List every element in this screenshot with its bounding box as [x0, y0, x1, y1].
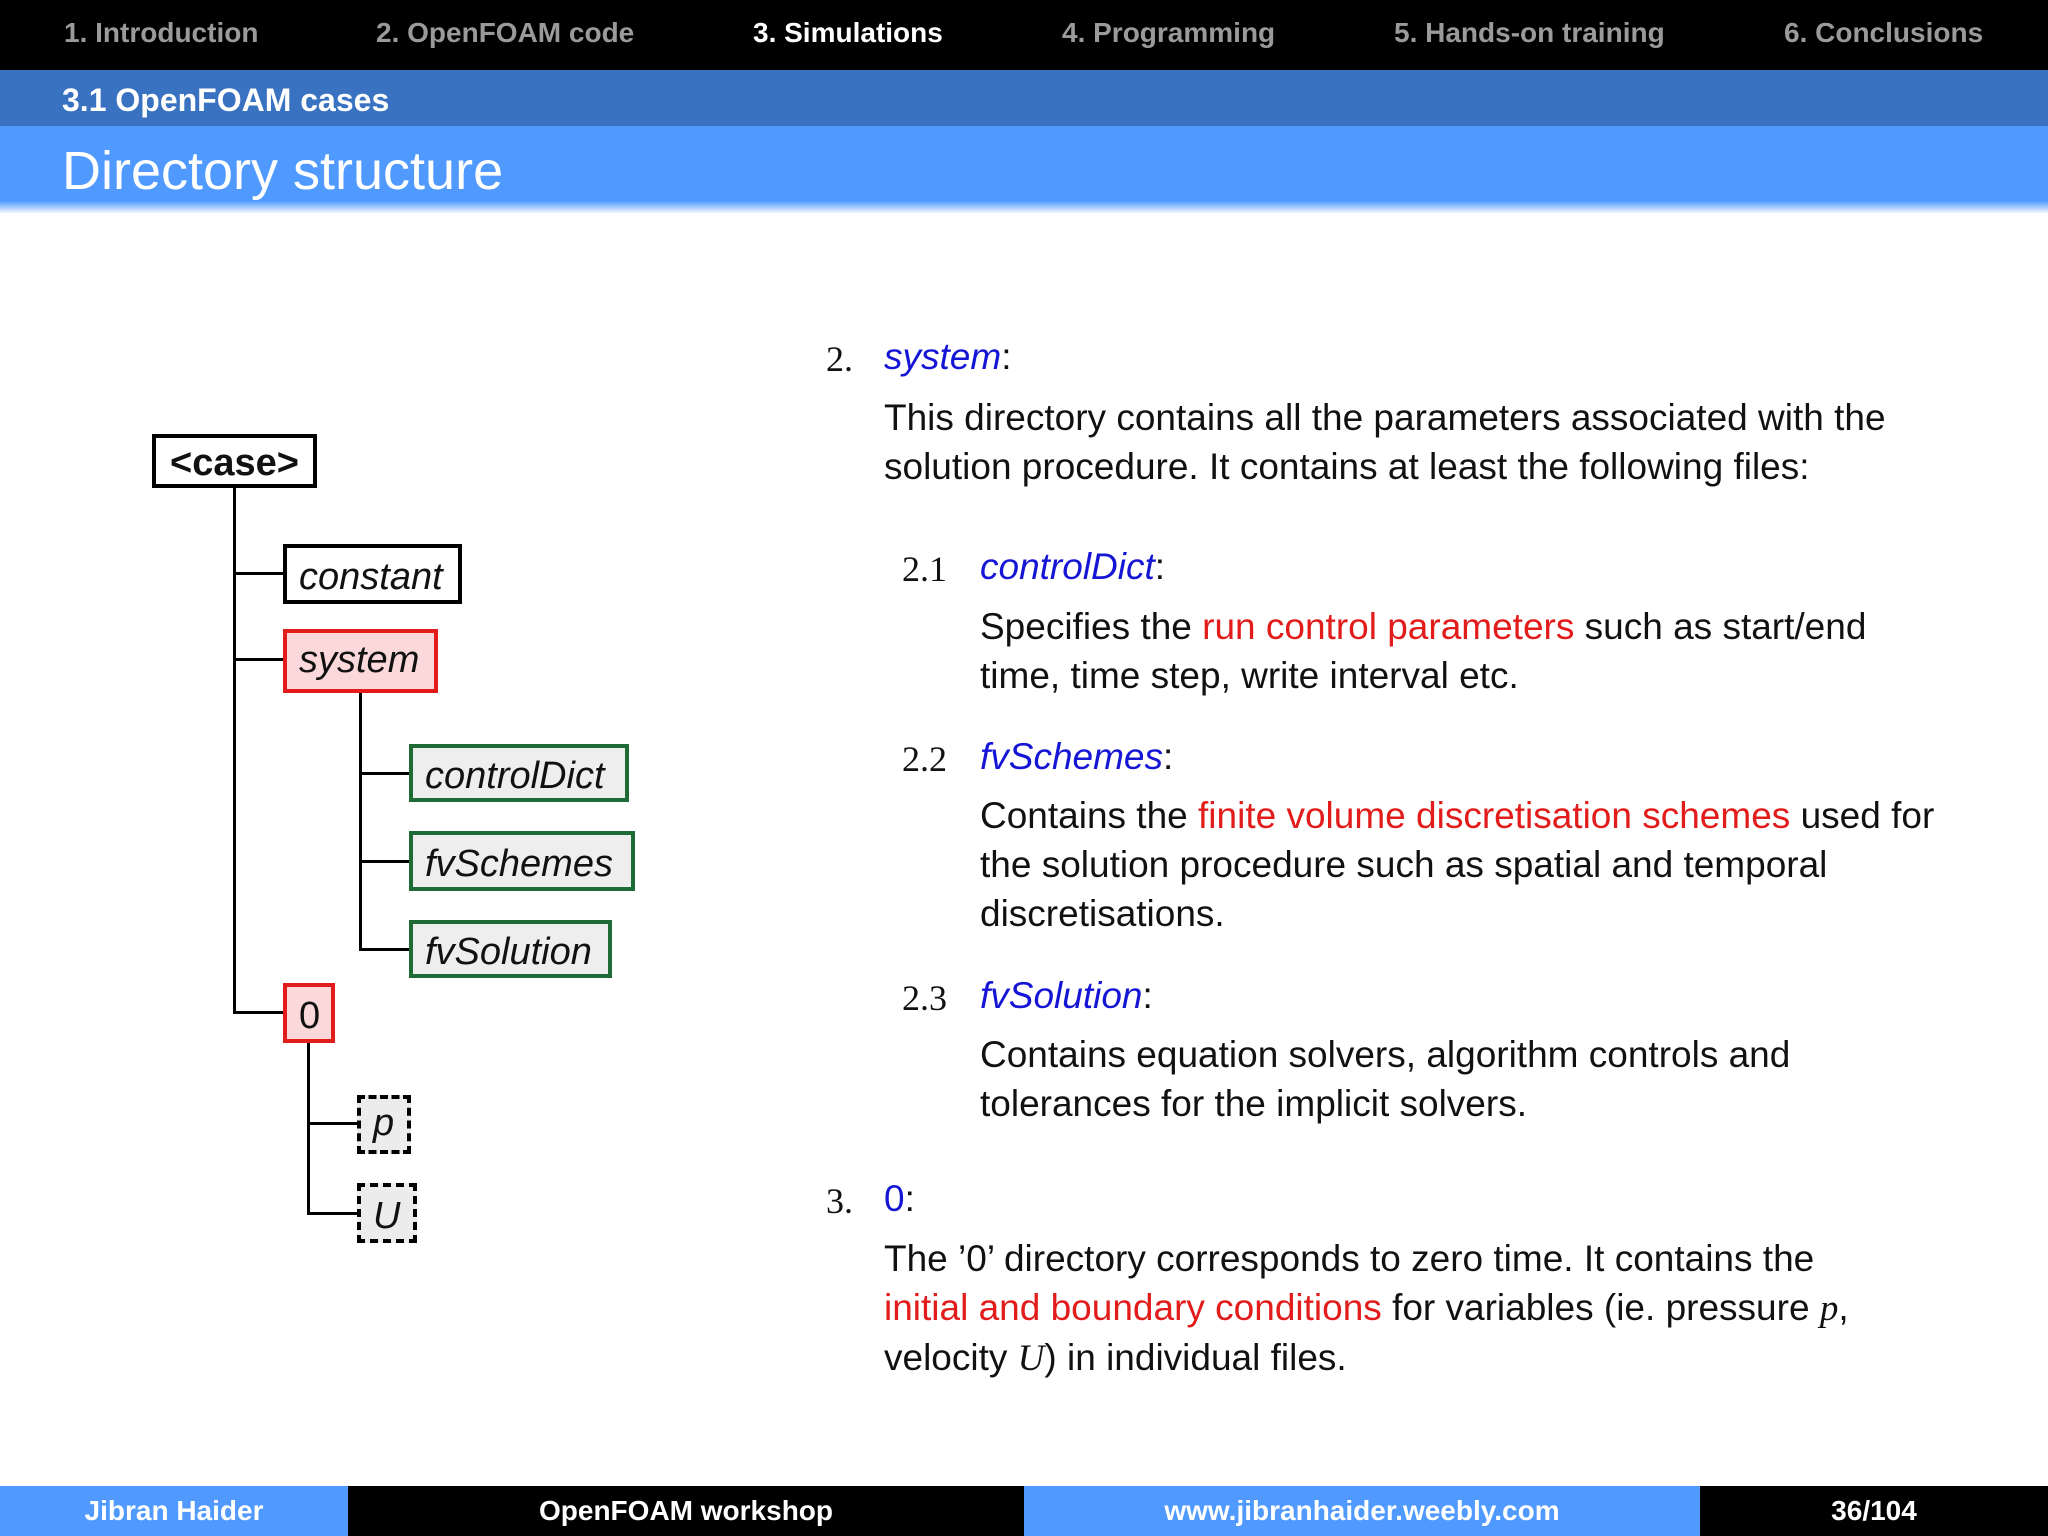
- tree-branch-system: [233, 658, 285, 661]
- nav-item-hands-on-training[interactable]: 5. Hands-on training: [1394, 17, 1665, 49]
- tree-branch-controldict: [359, 772, 411, 775]
- node-controldict: controlDict: [409, 744, 629, 802]
- subsection-title: 3.1 OpenFOAM cases: [62, 82, 390, 118]
- item-3-line1: The ’0’ directory corresponds to zero ti…: [884, 1238, 1815, 1279]
- sub-2-3-number: 2.3: [902, 978, 947, 1018]
- footer-author: Jibran Haider: [0, 1486, 348, 1536]
- title-bar: Directory structure: [0, 126, 2048, 214]
- footer-event: OpenFOAM workshop: [348, 1486, 1024, 1536]
- sub-2-1-pre: Specifies the: [980, 606, 1203, 647]
- sub-2-1-colon: :: [1154, 546, 1166, 587]
- node-fvsolution: fvSolution: [409, 920, 612, 978]
- sub-2-1-description: Specifies the run control parameters suc…: [980, 602, 1940, 700]
- sub-2-2-colon: :: [1163, 736, 1174, 777]
- item-3-highlight: initial and boundary conditions: [884, 1287, 1382, 1328]
- item-3-number: 3.: [826, 1181, 853, 1221]
- node-system: system: [283, 629, 438, 693]
- item-3-colon: :: [904, 1178, 915, 1219]
- sub-2-3-keyword: fvSolution: [980, 975, 1143, 1016]
- subsection-bar: 3.1 OpenFOAM cases: [0, 70, 2048, 126]
- item-3-comma: ,: [1838, 1287, 1849, 1328]
- page-title: Directory structure: [62, 141, 504, 201]
- tree-trunk-line: [233, 486, 236, 1014]
- tree-branch-constant: [233, 572, 285, 575]
- zero-trunk-line: [307, 1042, 310, 1215]
- tree-branch-zero: [233, 1011, 285, 1014]
- sub-2-3-colon: :: [1142, 975, 1153, 1016]
- sub-2-3-description: Contains equation solvers, algorithm con…: [980, 1034, 1791, 1124]
- sub-2-1-heading: controlDict:: [980, 546, 1165, 588]
- sub-2-1-highlight: run control parameters: [1202, 606, 1575, 647]
- item-2-colon: :: [1001, 336, 1012, 377]
- node-u: U: [357, 1183, 417, 1243]
- sub-2-1-keyword: controlDict: [980, 546, 1155, 587]
- item-3-var-p: p: [1819, 1288, 1839, 1329]
- sub-2-2-highlight: finite volume discretisation schemes: [1198, 795, 1791, 836]
- nav-item-openfoam-code[interactable]: 2. OpenFOAM code: [376, 17, 634, 49]
- nav-item-programming[interactable]: 4. Programming: [1062, 17, 1275, 49]
- tree-branch-u: [307, 1212, 359, 1215]
- node-zero: 0: [283, 983, 335, 1043]
- item-2-description: This directory contains all the paramete…: [884, 397, 1886, 487]
- tree-branch-fvschemes: [359, 860, 411, 863]
- node-p: p: [357, 1095, 411, 1154]
- sub-2-1-number: 2.1: [902, 549, 947, 589]
- sub-2-3-heading: fvSolution:: [980, 975, 1153, 1017]
- tree-branch-fvsolution: [359, 948, 411, 951]
- item-2-keyword: system: [884, 336, 1002, 377]
- item-3-keyword: 0: [884, 1178, 905, 1219]
- node-constant: constant: [283, 544, 462, 604]
- footer-bar: Jibran Haider OpenFOAM workshop www.jibr…: [0, 1486, 2048, 1536]
- footer-page-number: 36/104: [1700, 1486, 2048, 1536]
- node-case: <case>: [152, 434, 317, 488]
- system-trunk-line: [359, 693, 362, 950]
- sub-2-2-description: Contains the finite volume discretisatio…: [980, 791, 1950, 938]
- nav-item-introduction[interactable]: 1. Introduction: [64, 17, 258, 49]
- sub-2-2-keyword: fvSchemes: [980, 736, 1164, 777]
- item-2-number: 2.: [826, 339, 853, 379]
- item-3-var-u: U: [1017, 1338, 1045, 1379]
- top-navigation: 1. Introduction 2. OpenFOAM code 3. Simu…: [0, 0, 2048, 70]
- node-fvschemes: fvSchemes: [409, 831, 635, 891]
- footer-url[interactable]: www.jibranhaider.weebly.com: [1024, 1486, 1700, 1536]
- item-3-description: The ’0’ directory corresponds to zero ti…: [884, 1234, 1984, 1383]
- item-3-pre-u: velocity: [884, 1337, 1018, 1378]
- sub-2-2-number: 2.2: [902, 739, 947, 779]
- item-3-mid: for variables (ie. pressure: [1381, 1287, 1820, 1328]
- nav-item-conclusions[interactable]: 6. Conclusions: [1784, 17, 1983, 49]
- nav-item-simulations[interactable]: 3. Simulations: [753, 17, 943, 49]
- item-3-post: ) in individual files.: [1044, 1337, 1347, 1378]
- item-2-heading: system:: [884, 336, 1011, 378]
- sub-2-2-heading: fvSchemes:: [980, 736, 1173, 778]
- sub-2-2-pre: Contains the: [980, 795, 1199, 836]
- item-3-heading: 0:: [884, 1178, 915, 1220]
- tree-branch-p: [307, 1122, 359, 1125]
